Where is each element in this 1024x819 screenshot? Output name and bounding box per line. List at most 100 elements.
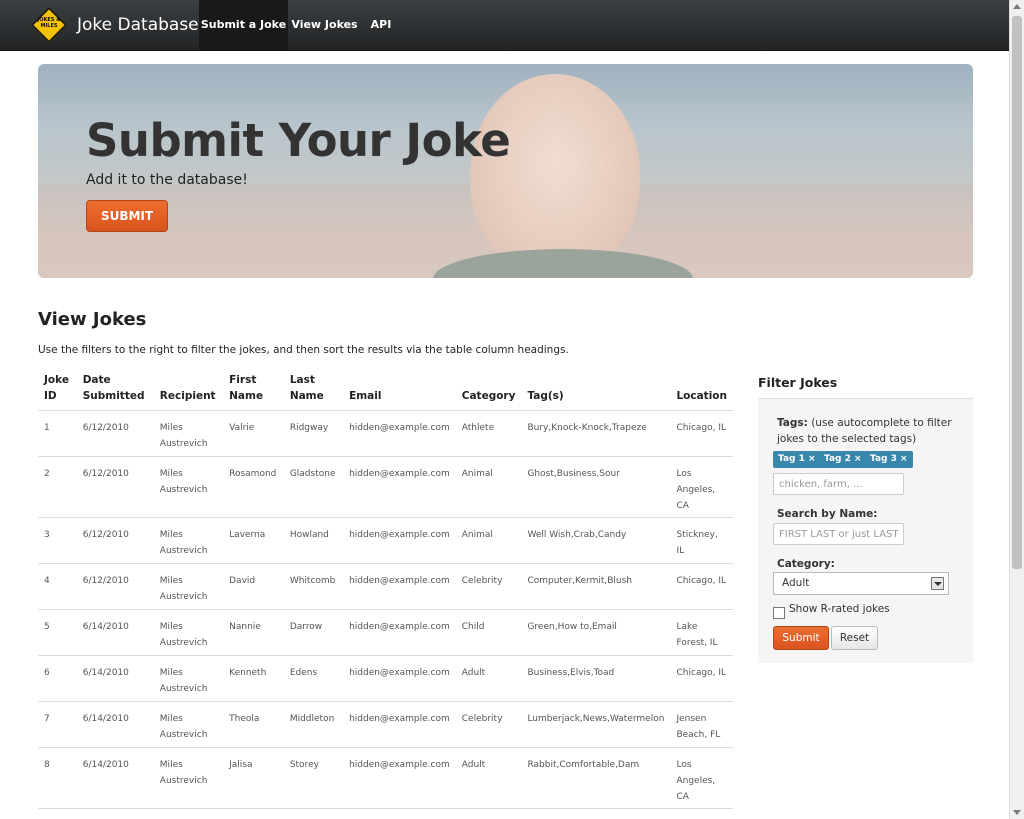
table-row: 6 6/14/2010 Miles Austrevich Kenneth Edens hi…: [38, 655, 733, 702]
cell-last-name: Storey: [283, 747, 344, 809]
cell-last-name: Gladstone: [283, 456, 344, 518]
cell-email: hidden@example.com: [343, 517, 456, 564]
tag-chip[interactable]: Tag 1 ×: [773, 451, 821, 468]
cell-recipient: Miles Austrevich: [153, 655, 224, 702]
category-label: Category:: [777, 558, 835, 570]
scrollbar-thumb[interactable]: [1012, 16, 1022, 569]
cell-last-name: Whitcomb: [283, 563, 344, 610]
table-header-row: Joke ID Date Submitted Recipient First N…: [38, 372, 733, 411]
scroll-down-icon[interactable]: [1013, 810, 1021, 815]
col-category[interactable]: Category: [455, 372, 522, 411]
page-title: View Jokes: [38, 309, 147, 330]
brand-name[interactable]: Joke Database: [77, 15, 199, 35]
cell-email: hidden@example.com: [343, 655, 456, 702]
chevron-down-icon[interactable]: [931, 577, 944, 590]
cell-date: 6/12/2010: [76, 456, 154, 518]
cell-category: Celebrity: [455, 563, 522, 610]
cell-category: Adult: [455, 655, 522, 702]
nav-submit-joke[interactable]: Submit a Joke: [199, 0, 288, 50]
col-location[interactable]: Location: [670, 372, 733, 411]
filter-panel: Tags: (use autocomplete to filter jokes …: [758, 398, 973, 663]
cell-first-name: Valrie: [223, 410, 284, 457]
cell-last-name: Middleton: [283, 701, 344, 748]
name-search-input[interactable]: FIRST LAST or just LAST: [773, 523, 904, 545]
cell-tags: Well Wish,Crab,Candy: [521, 517, 671, 564]
cell-date: 6/14/2010: [76, 701, 154, 748]
cell-first-name: Kenneth: [223, 655, 284, 702]
cell-tags: Ghost,Business,Sour: [521, 456, 671, 518]
cell-tags: Computer,Kermit,Blush: [521, 563, 671, 610]
col-tags[interactable]: Tag(s): [521, 372, 671, 411]
cell-joke-id: 5: [38, 609, 77, 656]
brand[interactable]: JOKES & MILES Joke Database: [30, 6, 199, 44]
remove-tag-icon[interactable]: ×: [854, 454, 862, 464]
col-date-submitted[interactable]: Date Submitted: [76, 372, 154, 411]
cell-joke-id: 7: [38, 701, 77, 748]
cell-first-name: Theola: [223, 701, 284, 748]
cell-location: Chicago, IL: [670, 655, 733, 702]
cell-recipient: Miles Austrevich: [153, 517, 224, 564]
tags-label: Tags: (use autocomplete to filter jokes …: [777, 417, 952, 445]
cell-date: 6/14/2010: [76, 747, 154, 809]
filter-submit-button[interactable]: Submit: [773, 626, 829, 650]
filter-reset-button[interactable]: Reset: [831, 626, 878, 650]
cell-location: Chicago, IL: [670, 410, 733, 457]
rated-label[interactable]: Show R-rated jokes: [789, 603, 890, 615]
scroll-up-icon[interactable]: [1013, 4, 1021, 9]
col-joke-id[interactable]: Joke ID: [38, 372, 77, 411]
cell-joke-id: 4: [38, 563, 77, 610]
cell-joke-id: 2: [38, 456, 77, 518]
cell-category: Child: [455, 609, 522, 656]
cell-category: Athlete: [455, 410, 522, 457]
table-row: 7 6/14/2010 Miles Austrevich Theola Middleto…: [38, 701, 733, 748]
table-row: 8 6/14/2010 Miles Austrevich Jalisa Storey hi…: [38, 747, 733, 809]
table-row: 1 6/12/2010 Miles Austrevich Valrie Ridgway h…: [38, 410, 733, 457]
col-first-name[interactable]: First Name: [223, 372, 284, 411]
hero-subtitle: Add it to the database!: [86, 172, 248, 188]
tag-chip[interactable]: Tag 3 ×: [865, 451, 913, 468]
cell-location: Chicago, IL: [670, 563, 733, 610]
cell-date: 6/12/2010: [76, 410, 154, 457]
hero-submit-button[interactable]: SUBMIT: [86, 200, 168, 232]
cell-first-name: David: [223, 563, 284, 610]
tag-chip[interactable]: Tag 2 ×: [819, 451, 867, 468]
cell-recipient: Miles Austrevich: [153, 410, 224, 457]
table-row: 4 6/12/2010 Miles Austrevich David Whitcomb h…: [38, 563, 733, 610]
rated-checkbox[interactable]: [773, 607, 785, 619]
cell-first-name: Nannie: [223, 609, 284, 656]
tags-input[interactable]: chicken, farm, ...: [773, 473, 904, 495]
cell-last-name: Howland: [283, 517, 344, 564]
cell-joke-id: 8: [38, 747, 77, 809]
cell-category: Animal: [455, 517, 522, 564]
cell-last-name: Ridgway: [283, 410, 344, 457]
cell-recipient: Miles Austrevich: [153, 563, 224, 610]
cell-location: Jensen Beach, FL: [670, 701, 733, 748]
cell-date: 6/12/2010: [76, 563, 154, 610]
col-email[interactable]: Email: [343, 372, 456, 411]
cell-location: Lake Forest, IL: [670, 609, 733, 656]
cell-joke-id: 3: [38, 517, 77, 564]
jokes-table: Joke ID Date Submitted Recipient First N…: [38, 372, 733, 809]
cell-recipient: Miles Austrevich: [153, 747, 224, 809]
vertical-scrollbar[interactable]: [1009, 0, 1024, 819]
name-label: Search by Name:: [777, 508, 878, 520]
category-select[interactable]: Adult: [773, 572, 949, 595]
cell-joke-id: 6: [38, 655, 77, 702]
hero-title: Submit Your Joke: [86, 114, 511, 167]
intro-text: Use the filters to the right to filter t…: [38, 344, 569, 356]
cell-email: hidden@example.com: [343, 701, 456, 748]
cell-tags: Business,Elvis,Toad: [521, 655, 671, 702]
remove-tag-icon[interactable]: ×: [900, 454, 908, 464]
hero-banner: Submit Your Joke Add it to the database!…: [38, 64, 973, 278]
remove-tag-icon[interactable]: ×: [808, 454, 816, 464]
cell-location: Los Angeles, CA: [670, 747, 733, 809]
cell-last-name: Edens: [283, 655, 344, 702]
top-navbar: JOKES & MILES Joke Database Submit a Jok…: [0, 0, 1010, 51]
nav-view-jokes[interactable]: View Jokes: [288, 0, 361, 50]
table-row: 3 6/12/2010 Miles Austrevich Laverna Howland…: [38, 517, 733, 564]
cell-email: hidden@example.com: [343, 747, 456, 809]
cell-tags: Lumberjack,News,Watermelon: [521, 701, 671, 748]
nav-api[interactable]: API: [361, 0, 401, 50]
col-last-name[interactable]: Last Name: [283, 372, 344, 411]
col-recipient[interactable]: Recipient: [153, 372, 224, 411]
